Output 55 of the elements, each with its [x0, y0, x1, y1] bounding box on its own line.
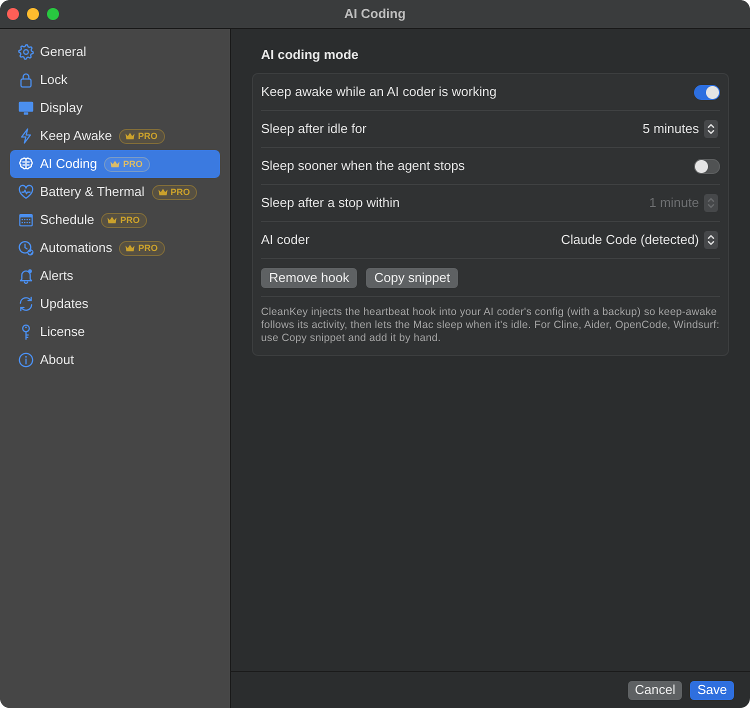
toggle-switch[interactable]: [694, 158, 720, 174]
setting-label: Sleep after a stop within: [261, 195, 400, 211]
zoom-icon[interactable]: [47, 8, 59, 20]
setting-label: Sleep sooner when the agent stops: [261, 158, 465, 174]
sidebar-item[interactable]: AI Coding PRO: [10, 150, 220, 178]
crown-icon: [158, 188, 168, 196]
window-title: AI Coding: [344, 6, 406, 22]
pro-label: PRO: [170, 186, 190, 198]
pro-label: PRO: [123, 158, 143, 170]
setting-label: Sleep after idle for: [261, 121, 367, 137]
lock-icon: [18, 72, 34, 88]
bell-icon: [18, 268, 34, 284]
pro-label: PRO: [138, 242, 158, 254]
clock-icon: [18, 240, 34, 256]
setting-label: AI coder: [261, 232, 310, 248]
sidebar-item[interactable]: Lock: [10, 66, 220, 94]
help-text: CleanKey injects the heartbeat hook into your AI coder's config (with a backup) so keep-awake follows its activity, then lets the Mac sleep when it's idle. For Cline, Aider, OpenCode, Windsurf: use Copy snippet and add it by hand.: [261, 305, 720, 346]
heart-icon: [18, 184, 34, 200]
sidebar-item[interactable]: Display: [10, 94, 220, 122]
section-title: AI coding mode: [261, 47, 360, 63]
crown-icon: [107, 216, 118, 224]
crown-icon: [110, 160, 120, 168]
sidebar-item[interactable]: Alerts: [10, 262, 220, 290]
sidebar-item[interactable]: About: [10, 346, 220, 374]
toggle-switch[interactable]: [694, 84, 720, 100]
sidebar-item[interactable]: Keep Awake PRO: [10, 122, 220, 150]
brain-icon: [18, 156, 34, 172]
monitor-icon: [18, 100, 34, 116]
lightning-icon: [18, 128, 34, 144]
save-button[interactable]: Save: [690, 680, 734, 700]
setting-label: Keep awake while an AI coder is working: [261, 84, 497, 100]
crown-icon: [125, 244, 136, 252]
crown-icon: [125, 132, 136, 140]
cancel-button[interactable]: Cancel: [628, 680, 682, 700]
pro-label: PRO: [120, 214, 140, 226]
sidebar-item[interactable]: Updates: [10, 290, 220, 318]
sidebar-item[interactable]: Schedule PRO: [10, 206, 220, 234]
sidebar-item[interactable]: License: [10, 318, 220, 346]
chevron-updown-icon: [704, 231, 718, 249]
popup-button[interactable]: 5 minutes: [642, 120, 718, 138]
sidebar-item[interactable]: General: [10, 38, 220, 66]
info-icon: [18, 352, 34, 368]
sidebar-item[interactable]: Automations PRO: [10, 234, 220, 262]
sidebar-item[interactable]: Battery & Thermal PRO: [10, 178, 220, 206]
refresh-icon: [18, 296, 34, 312]
popup-button[interactable]: Claude Code (detected): [560, 231, 718, 249]
pro-label: PRO: [138, 130, 158, 142]
gear-icon: [18, 44, 34, 60]
action-button[interactable]: Copy snippet: [366, 268, 458, 288]
chevron-updown-icon: [704, 120, 718, 138]
minimize-icon[interactable]: [27, 8, 39, 20]
chevron-updown-icon: [704, 194, 718, 212]
close-icon[interactable]: [7, 8, 19, 20]
calendar-icon: [18, 212, 34, 228]
action-button[interactable]: Remove hook: [261, 268, 358, 288]
